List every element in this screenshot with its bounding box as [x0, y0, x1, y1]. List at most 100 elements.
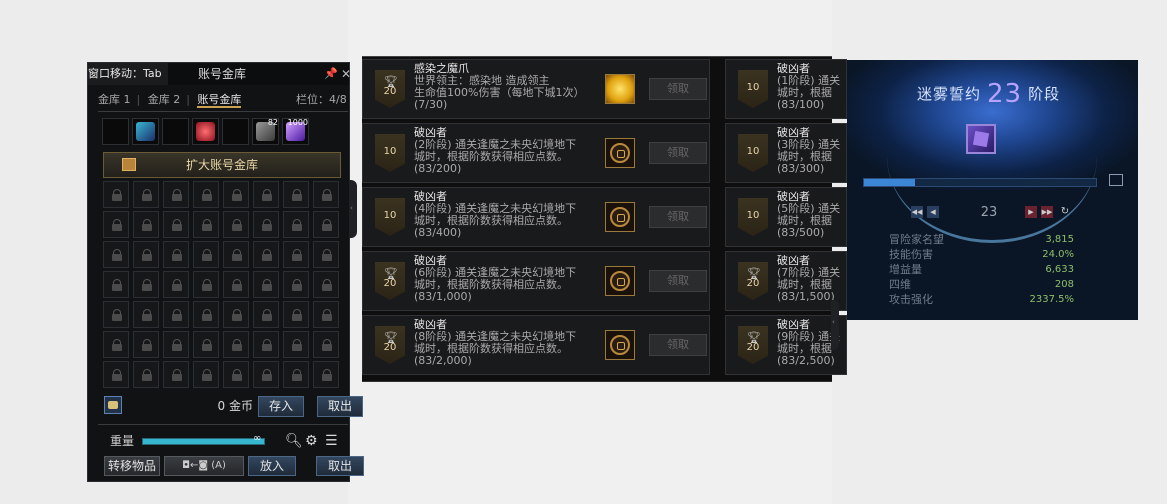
locked-slot[interactable]	[283, 211, 309, 238]
locked-slot[interactable]	[283, 241, 309, 268]
claim-button[interactable]: 领取	[649, 270, 707, 292]
locked-slot[interactable]	[133, 331, 159, 358]
locked-slot[interactable]	[133, 211, 159, 238]
deposit-button[interactable]: 存入	[258, 396, 304, 417]
last-stage-icon[interactable]: ▶▶	[1041, 206, 1053, 218]
locked-slot[interactable]	[313, 271, 339, 298]
locked-slot[interactable]	[253, 241, 279, 268]
locked-slot[interactable]	[163, 361, 189, 388]
collapse-handle[interactable]: ‹	[831, 300, 839, 350]
claim-button[interactable]: 领取	[649, 78, 707, 100]
withdraw-button[interactable]: 取出	[317, 396, 363, 417]
tab-account-storage[interactable]: 账号金库	[197, 93, 242, 108]
locked-slot[interactable]	[283, 361, 309, 388]
locked-slot[interactable]	[103, 211, 129, 238]
gear-icon[interactable]: ⚙	[305, 433, 318, 449]
locked-slot[interactable]	[283, 181, 309, 208]
locked-slot[interactable]	[223, 271, 249, 298]
close-icon[interactable]: ✕	[341, 63, 351, 85]
locked-slot[interactable]	[253, 301, 279, 328]
locked-slot[interactable]	[223, 241, 249, 268]
item-slot[interactable]	[102, 118, 129, 145]
locked-slot[interactable]	[163, 241, 189, 268]
claim-button[interactable]: 领取	[649, 206, 707, 228]
locked-slot[interactable]	[313, 301, 339, 328]
locked-slot[interactable]	[313, 361, 339, 388]
chest-icon[interactable]	[1109, 174, 1123, 186]
gold-icon[interactable]	[104, 396, 122, 414]
collapse-handle[interactable]: ‹	[349, 180, 357, 238]
locked-slot[interactable]	[223, 331, 249, 358]
locked-slot[interactable]	[193, 271, 219, 298]
locked-slot[interactable]	[193, 361, 219, 388]
reward-icon[interactable]	[605, 138, 635, 168]
reward-icon[interactable]	[605, 266, 635, 296]
reward-icon[interactable]	[605, 202, 635, 232]
list-icon[interactable]: ☰	[325, 433, 338, 449]
locked-slot[interactable]	[193, 181, 219, 208]
item-slot[interactable]: 1000	[282, 118, 309, 145]
pact-emblem-icon[interactable]	[966, 124, 996, 154]
locked-slot[interactable]	[253, 361, 279, 388]
next-stage-icon[interactable]: ▶	[1025, 206, 1037, 218]
locked-slot[interactable]	[103, 361, 129, 388]
reward-icon[interactable]	[605, 74, 635, 104]
locked-slot[interactable]	[223, 361, 249, 388]
locked-slot[interactable]	[103, 181, 129, 208]
item-slot[interactable]: 82	[252, 118, 279, 145]
locked-slot[interactable]	[163, 301, 189, 328]
weight-bar: ∞	[142, 433, 265, 445]
locked-slot[interactable]	[133, 181, 159, 208]
lock-icon	[322, 219, 332, 231]
first-stage-icon[interactable]: ◀◀	[911, 206, 923, 218]
locked-slot[interactable]	[163, 211, 189, 238]
locked-slot[interactable]	[313, 211, 339, 238]
refresh-icon[interactable]: ↻	[1059, 206, 1071, 218]
prev-stage-icon[interactable]: ◀	[927, 206, 939, 218]
item-slot[interactable]	[222, 118, 249, 145]
item-slot[interactable]	[192, 118, 219, 145]
locked-slot[interactable]	[313, 241, 339, 268]
locked-slot[interactable]	[193, 301, 219, 328]
put-in-button[interactable]: 放入	[248, 456, 296, 476]
locked-slot[interactable]	[283, 331, 309, 358]
reward-icon[interactable]	[605, 330, 635, 360]
locked-slot[interactable]	[193, 241, 219, 268]
locked-slot[interactable]	[253, 181, 279, 208]
locked-slot[interactable]	[163, 331, 189, 358]
locked-slot[interactable]	[283, 271, 309, 298]
tab-storage-2[interactable]: 金库 2	[148, 93, 181, 106]
locked-slot[interactable]	[313, 331, 339, 358]
locked-slot[interactable]	[193, 331, 219, 358]
locked-slot[interactable]	[103, 271, 129, 298]
locked-slot[interactable]	[103, 331, 129, 358]
transfer-items-button[interactable]: 转移物品	[104, 456, 160, 476]
locked-slot[interactable]	[253, 211, 279, 238]
locked-slot[interactable]	[133, 361, 159, 388]
expand-storage-button[interactable]: 扩大账号金库	[103, 152, 341, 178]
item-slot[interactable]	[132, 118, 159, 145]
locked-slot[interactable]	[163, 181, 189, 208]
locked-slot[interactable]	[163, 271, 189, 298]
tab-storage-1[interactable]: 金库 1	[98, 93, 131, 106]
locked-slot[interactable]	[313, 181, 339, 208]
claim-button[interactable]: 领取	[649, 142, 707, 164]
locked-slot[interactable]	[133, 301, 159, 328]
locked-slot[interactable]	[133, 241, 159, 268]
item-slot[interactable]	[162, 118, 189, 145]
locked-slot[interactable]	[223, 211, 249, 238]
locked-slot[interactable]	[223, 301, 249, 328]
auto-transfer-button[interactable]: ◘←◙ (A)	[164, 456, 244, 476]
locked-slot[interactable]	[103, 301, 129, 328]
locked-slot[interactable]	[103, 241, 129, 268]
locked-slot[interactable]	[133, 271, 159, 298]
locked-slot[interactable]	[193, 211, 219, 238]
search-icon[interactable]: 🔍︎	[285, 433, 303, 449]
locked-slot[interactable]	[253, 271, 279, 298]
pin-icon[interactable]: 📌	[324, 63, 338, 85]
claim-button[interactable]: 领取	[649, 334, 707, 356]
take-out-button[interactable]: 取出	[316, 456, 364, 476]
locked-slot[interactable]	[253, 331, 279, 358]
locked-slot[interactable]	[223, 181, 249, 208]
locked-slot[interactable]	[283, 301, 309, 328]
